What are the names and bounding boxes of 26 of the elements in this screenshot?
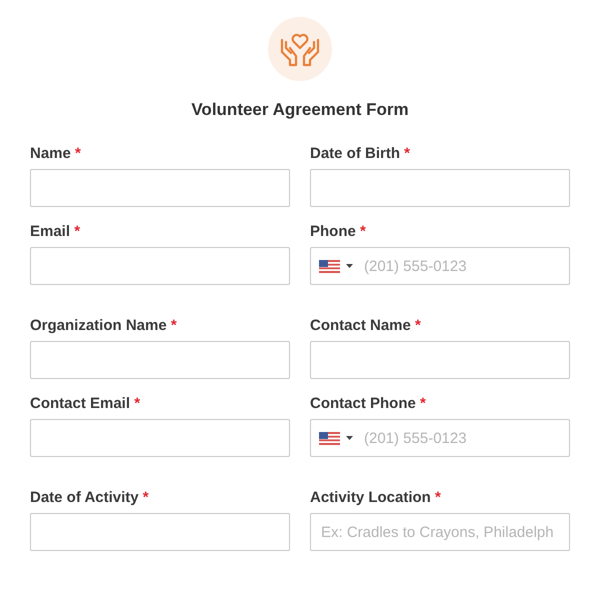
flag-icon <box>319 432 340 444</box>
form-title: Volunteer Agreement Form <box>191 100 409 120</box>
field-label: Contact Phone * <box>310 395 427 413</box>
input-field[interactable] <box>30 341 290 379</box>
input-field[interactable] <box>30 419 290 457</box>
input-field[interactable] <box>310 169 570 207</box>
input-field[interactable]: Ex: Cradles to Crayons, Philadelph <box>310 513 570 551</box>
field-label: Organization Name * <box>30 317 178 335</box>
phone-field[interactable]: (201) 555-0123 <box>310 247 570 285</box>
flag-icon <box>319 260 340 272</box>
input-field[interactable] <box>310 341 570 379</box>
heart-hands-icon <box>279 31 321 67</box>
field-label: Date of Activity * <box>30 489 150 507</box>
caret-icon[interactable] <box>346 264 353 268</box>
phone-field[interactable]: (201) 555-0123 <box>310 419 570 457</box>
field-label: Contact Email * <box>30 395 142 413</box>
field-label: Date of Birth * <box>310 145 412 163</box>
input-field[interactable] <box>30 169 290 207</box>
input-field[interactable] <box>30 513 290 551</box>
field-label: Email * <box>30 223 82 241</box>
field-label: Name * <box>30 145 82 163</box>
caret-icon[interactable] <box>346 436 353 440</box>
input-field[interactable] <box>30 247 290 285</box>
field-label: Phone * <box>310 223 367 241</box>
field-label: Activity Location * <box>310 489 442 507</box>
field-label: Contact Name * <box>310 317 422 335</box>
